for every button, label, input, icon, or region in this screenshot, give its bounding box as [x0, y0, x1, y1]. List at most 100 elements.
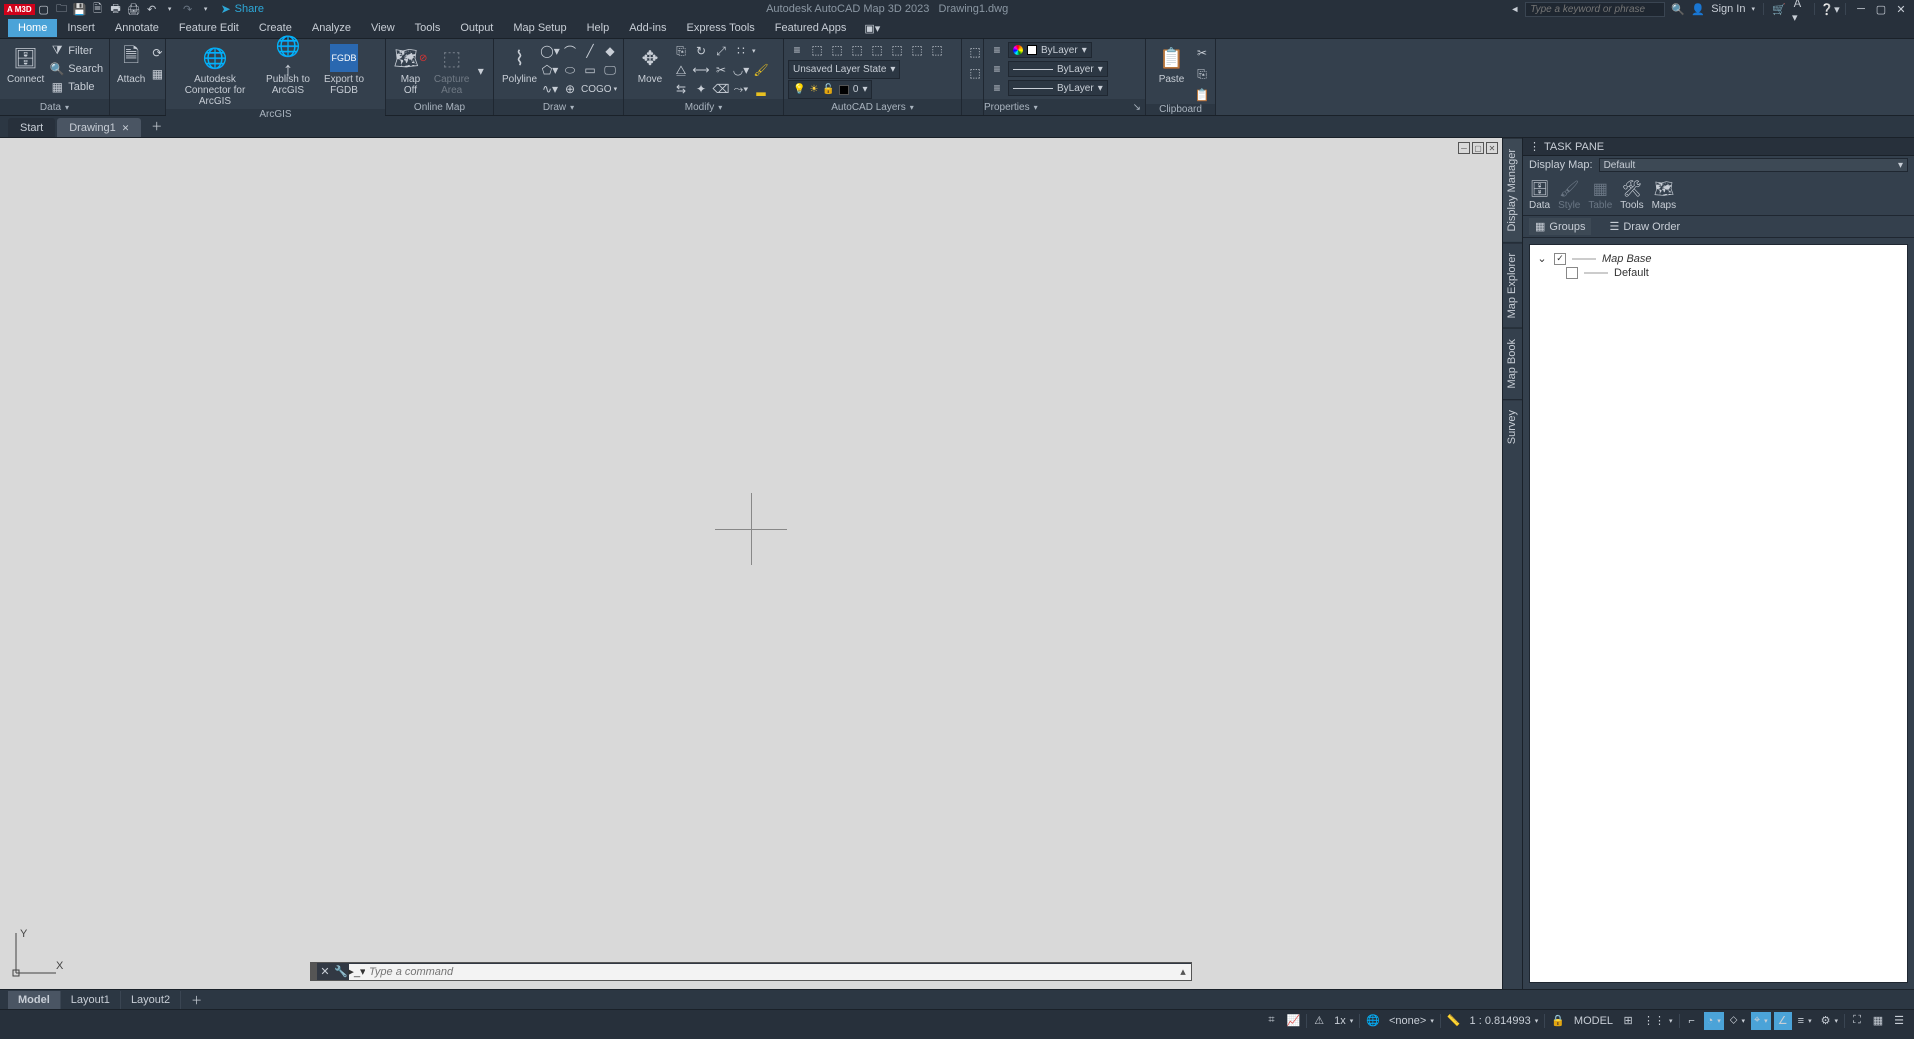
close-icon[interactable]: ✕: [1894, 2, 1908, 16]
attach-sub1-icon[interactable]: ⟳: [148, 44, 166, 62]
rect-icon[interactable]: ▭: [581, 61, 599, 79]
tab-home[interactable]: Home: [8, 19, 57, 37]
taskpane-grip-icon[interactable]: ⋮: [1529, 140, 1540, 153]
cmdline-wrench-icon[interactable]: 🔧: [333, 964, 349, 980]
saveas-icon[interactable]: 🗎: [91, 2, 105, 16]
map-off-button[interactable]: 🗺⊘ Map Off: [390, 42, 431, 98]
status-iso-icon[interactable]: ⬦: [1727, 1012, 1748, 1030]
redo-drop-icon[interactable]: ▾: [199, 2, 213, 16]
status-globe-icon[interactable]: 🌐: [1363, 1012, 1383, 1030]
table-button[interactable]: ▦Table: [47, 78, 106, 95]
command-input[interactable]: [365, 964, 1175, 980]
highlight-icon[interactable]: ▂: [752, 80, 770, 98]
poly-icon[interactable]: ⬠▾: [541, 61, 559, 79]
viewport-restore-icon[interactable]: ▢: [1472, 142, 1484, 154]
erase-icon[interactable]: ⌫: [712, 80, 730, 98]
layer-state6-icon[interactable]: ⬚: [908, 41, 926, 59]
maximize-icon[interactable]: ▢: [1874, 2, 1888, 16]
cogo-icon[interactable]: ⊕: [561, 80, 579, 98]
layer-tree[interactable]: ⌄ ✓ Map Base Default: [1529, 244, 1908, 983]
layer-state5-icon[interactable]: ⬚: [888, 41, 906, 59]
status-gear-icon[interactable]: ⚙: [1818, 1012, 1841, 1030]
tab-add-ins[interactable]: Add-ins: [619, 19, 676, 37]
layouttab-layout2[interactable]: Layout2: [121, 991, 181, 1009]
add-layout-button[interactable]: ＋: [181, 989, 212, 1011]
layer-state1-icon[interactable]: ⬚: [808, 41, 826, 59]
offset-icon[interactable]: ⇆: [672, 80, 690, 98]
circle-icon[interactable]: ◯▾: [541, 42, 559, 60]
tab-annotate[interactable]: Annotate: [105, 19, 169, 37]
subtab-groups[interactable]: ▦Groups: [1529, 218, 1591, 235]
screen-icon[interactable]: 🖵: [601, 61, 619, 79]
capture-area-button[interactable]: ⬚ Capture Area: [431, 42, 473, 98]
arc-icon[interactable]: ⌒: [561, 42, 579, 60]
chevron-down-icon[interactable]: ⌄: [1536, 252, 1548, 265]
layer-state3-icon[interactable]: ⬚: [848, 41, 866, 59]
rotate-icon[interactable]: ↻: [692, 42, 710, 60]
help-icon[interactable]: ❔▾: [1823, 2, 1837, 16]
connect-button[interactable]: 🗄 Connect: [4, 42, 47, 87]
status-grid-icon[interactable]: ⊞: [1619, 1012, 1637, 1030]
explode-icon[interactable]: ✦: [692, 80, 710, 98]
status-clean-icon[interactable]: ▦: [1869, 1012, 1887, 1030]
video-icon[interactable]: ▣▾: [864, 22, 880, 35]
tab-feature-edit[interactable]: Feature Edit: [169, 19, 249, 37]
signin-label[interactable]: Sign In: [1711, 3, 1745, 15]
array-icon[interactable]: ∷: [732, 42, 750, 60]
props-icon[interactable]: ≡: [988, 41, 1006, 59]
status-osnap-icon[interactable]: ⌖: [1751, 1012, 1771, 1030]
panel-title-data[interactable]: Data: [40, 102, 61, 113]
export-fgdb-button[interactable]: FGDB Export to FGDB: [316, 42, 372, 98]
save-icon[interactable]: 💾: [73, 2, 87, 16]
default-checkbox[interactable]: [1566, 267, 1578, 279]
tp-tab-table[interactable]: ▦Table: [1588, 179, 1612, 211]
attach-button[interactable]: 🗎 Attach: [114, 42, 148, 87]
layouttab-layout1[interactable]: Layout1: [61, 991, 121, 1009]
search-button[interactable]: 🔍Search: [47, 60, 106, 77]
status-otrack-icon[interactable]: ∠: [1774, 1012, 1792, 1030]
search-input[interactable]: [1525, 2, 1665, 17]
tp-tab-maps[interactable]: 🗺Maps: [1652, 179, 1676, 211]
color-select[interactable]: ByLayer▾: [1008, 42, 1092, 58]
status-coord-sys[interactable]: <none>: [1386, 1012, 1437, 1030]
tab-view[interactable]: View: [361, 19, 405, 37]
lineweight-select[interactable]: ByLayer▾: [1008, 61, 1108, 77]
panel-title-draw[interactable]: Draw: [543, 102, 566, 113]
close-tab-icon[interactable]: ✕: [122, 123, 130, 134]
layer-state4-icon[interactable]: ⬚: [868, 41, 886, 59]
open-icon[interactable]: 🗀: [55, 2, 69, 16]
tp-tab-style[interactable]: 🖌Style: [1558, 179, 1580, 211]
paste-special-icon[interactable]: 📋: [1193, 86, 1211, 104]
tab-tools[interactable]: Tools: [405, 19, 451, 37]
user-icon[interactable]: 👤: [1691, 2, 1705, 16]
tree-row-default[interactable]: Default: [1566, 266, 1901, 280]
array-drop-icon[interactable]: ▾: [752, 47, 756, 55]
undo-icon[interactable]: ↶: [145, 2, 159, 16]
stretch-icon[interactable]: ⟷: [692, 61, 710, 79]
scale-icon[interactable]: ⤢: [712, 42, 730, 60]
cogo-drop-icon[interactable]: ▾: [614, 85, 618, 93]
tab-express-tools[interactable]: Express Tools: [677, 19, 765, 37]
trim-icon[interactable]: ✂: [712, 61, 730, 79]
spline-icon[interactable]: ∿▾: [541, 80, 559, 98]
drawing-viewport[interactable]: ─ ▢ ✕ Y X ✕ 🔧 ▸_▾ ▴: [0, 138, 1502, 989]
layer-state2-icon[interactable]: ⬚: [828, 41, 846, 59]
layer-state-select[interactable]: Unsaved Layer State▾: [788, 60, 900, 79]
layouttab-model[interactable]: Model: [8, 991, 61, 1009]
new-icon[interactable]: ▢: [37, 2, 51, 16]
panel-title-props[interactable]: Properties: [984, 102, 1030, 113]
print-icon[interactable]: 🖨: [127, 2, 141, 16]
tab-help[interactable]: Help: [577, 19, 620, 37]
cmdline-prompt-icon[interactable]: ▸_▾: [349, 964, 365, 980]
copy-icon[interactable]: ⎘: [672, 42, 690, 60]
join-icon[interactable]: ⤳▾: [732, 80, 750, 98]
status-coords-icon[interactable]: ⌗: [1262, 1012, 1280, 1030]
minimize-icon[interactable]: ─: [1854, 2, 1868, 16]
apps-icon[interactable]: Ａ▾: [1792, 2, 1806, 16]
mirror-icon[interactable]: ⧋: [672, 61, 690, 79]
cmdline-close-icon[interactable]: ✕: [317, 964, 333, 980]
ellipse-icon[interactable]: ⬭: [561, 61, 579, 79]
status-ortho-icon[interactable]: ⌐: [1683, 1012, 1701, 1030]
arrow-left-icon[interactable]: ◄: [1510, 4, 1519, 14]
status-model[interactable]: MODEL: [1571, 1012, 1616, 1030]
